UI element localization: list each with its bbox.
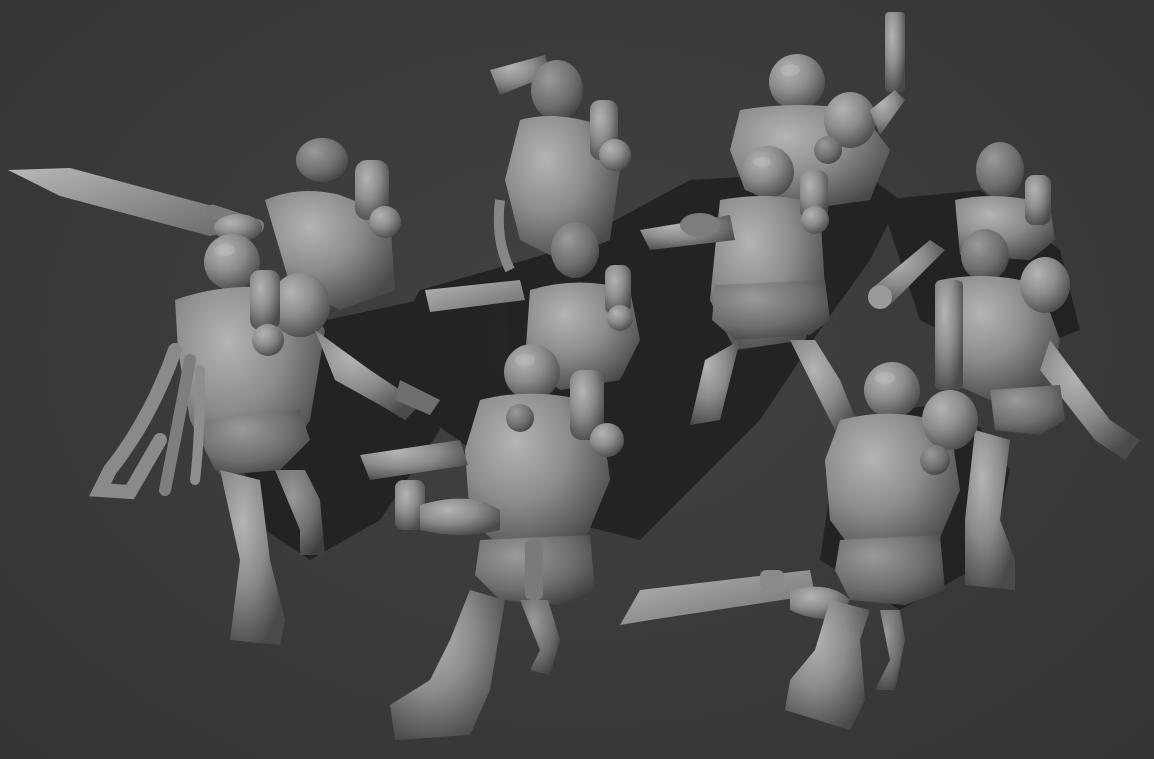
belt-pouch [835,535,945,605]
polearm-blade [620,570,815,625]
helmet [769,54,825,110]
helmet [504,344,560,400]
belt [990,385,1065,435]
shoulder-pad [1020,257,1070,313]
helmet [864,362,920,418]
greatsword-blade [8,168,232,236]
mohawk-head [531,60,583,120]
belt [712,280,830,340]
miniatures-render [8,12,1140,740]
mohawk-head [976,142,1024,198]
render-viewport [0,0,1154,759]
mohawk-head [551,222,599,278]
leg [965,430,1015,590]
curly-hair-head [296,138,348,182]
arm [420,498,500,535]
grenade [525,540,543,600]
left-boot [390,590,505,740]
rifle [935,280,963,390]
head [961,229,1009,281]
boot [785,600,870,730]
figure-swordsman [8,138,401,310]
raised-pistol [885,12,905,92]
helmet [742,146,794,198]
